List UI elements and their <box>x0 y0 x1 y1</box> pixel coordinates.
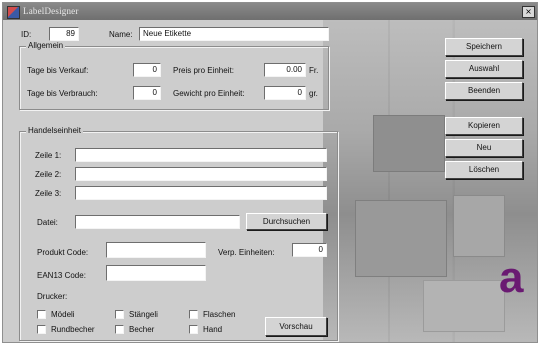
becher-label: Becher <box>129 325 155 334</box>
app-icon <box>7 6 20 19</box>
durchsuchen-button[interactable]: Durchsuchen <box>246 213 327 230</box>
close-icon[interactable]: × <box>522 6 535 18</box>
ean13-field[interactable] <box>106 265 206 281</box>
hand-checkbox[interactable] <box>189 325 198 334</box>
gewicht-label: Gewicht pro Einheit: <box>173 89 245 98</box>
loeschen-button[interactable]: Löschen <box>445 161 523 179</box>
becher-checkbox[interactable] <box>115 325 124 334</box>
name-label: Name: <box>109 30 133 39</box>
preis-label: Preis pro Einheit: <box>173 66 234 75</box>
rundbecher-label: Rundbecher <box>51 325 95 334</box>
background-chip <box>423 280 505 332</box>
id-field[interactable]: 89 <box>49 27 79 41</box>
allgemein-group: Allgemein <box>19 41 329 110</box>
zeile3-label: Zeile 3: <box>35 189 62 198</box>
zeile1-field[interactable] <box>75 148 327 162</box>
gewicht-field[interactable]: 0 <box>264 86 306 100</box>
allgemein-group-title: Allgemein <box>26 41 66 51</box>
produkt-code-label: Produkt Code: <box>37 248 89 257</box>
preis-unit: Fr. <box>309 66 319 75</box>
background-chip <box>373 115 445 172</box>
background-chip <box>355 200 447 277</box>
moedeli-label: Mödeli <box>51 310 75 319</box>
vorschau-button[interactable]: Vorschau <box>265 317 327 336</box>
beenden-button[interactable]: Beenden <box>445 82 523 100</box>
zeile2-label: Zeile 2: <box>35 170 62 179</box>
flaschen-checkbox[interactable] <box>189 310 198 319</box>
client-area: a ID: 89 Name: Neue Etikette Allgemein T… <box>3 20 537 342</box>
drucker-label: Drucker: <box>37 292 68 301</box>
label-designer-window: LabelDesigner × a ID: 89 Name: Neue Etik… <box>2 2 538 343</box>
tage-verkauf-field[interactable]: 0 <box>133 63 161 77</box>
datei-label: Datei: <box>37 218 58 227</box>
tage-verbrauch-field[interactable]: 0 <box>133 86 161 100</box>
neu-button[interactable]: Neu <box>445 139 523 157</box>
produkt-code-field[interactable] <box>106 242 206 258</box>
flaschen-label: Flaschen <box>203 310 236 319</box>
gewicht-unit: gr. <box>309 89 318 98</box>
verp-einheiten-label: Verp. Einheiten: <box>218 248 275 257</box>
preis-field[interactable]: 0.00 <box>264 63 306 77</box>
zeile1-label: Zeile 1: <box>35 151 62 160</box>
staengeli-checkbox[interactable] <box>115 310 124 319</box>
rundbecher-checkbox[interactable] <box>37 325 46 334</box>
zeile3-field[interactable] <box>75 186 327 200</box>
speichern-button[interactable]: Speichern <box>445 38 523 56</box>
background-logo-letter: a <box>499 253 524 302</box>
kopieren-button[interactable]: Kopieren <box>445 117 523 135</box>
name-field[interactable]: Neue Etikette <box>139 27 329 41</box>
title-bar[interactable]: LabelDesigner × <box>3 3 537 20</box>
window-title: LabelDesigner <box>23 6 79 16</box>
ean13-label: EAN13 Code: <box>37 271 86 280</box>
datei-field[interactable] <box>75 215 240 229</box>
handelseinheit-group-title: Handelseinheit <box>26 126 83 136</box>
tage-verbrauch-label: Tage bis Verbrauch: <box>27 89 98 98</box>
hand-label: Hand <box>203 325 223 334</box>
auswahl-button[interactable]: Auswahl <box>445 60 523 78</box>
staengeli-label: Stängeli <box>129 310 158 319</box>
tage-verkauf-label: Tage bis Verkauf: <box>27 66 89 75</box>
background-chip <box>453 195 505 257</box>
verp-einheiten-field[interactable]: 0 <box>292 243 327 257</box>
moedeli-checkbox[interactable] <box>37 310 46 319</box>
id-label: ID: <box>21 30 32 39</box>
zeile2-field[interactable] <box>75 167 327 181</box>
